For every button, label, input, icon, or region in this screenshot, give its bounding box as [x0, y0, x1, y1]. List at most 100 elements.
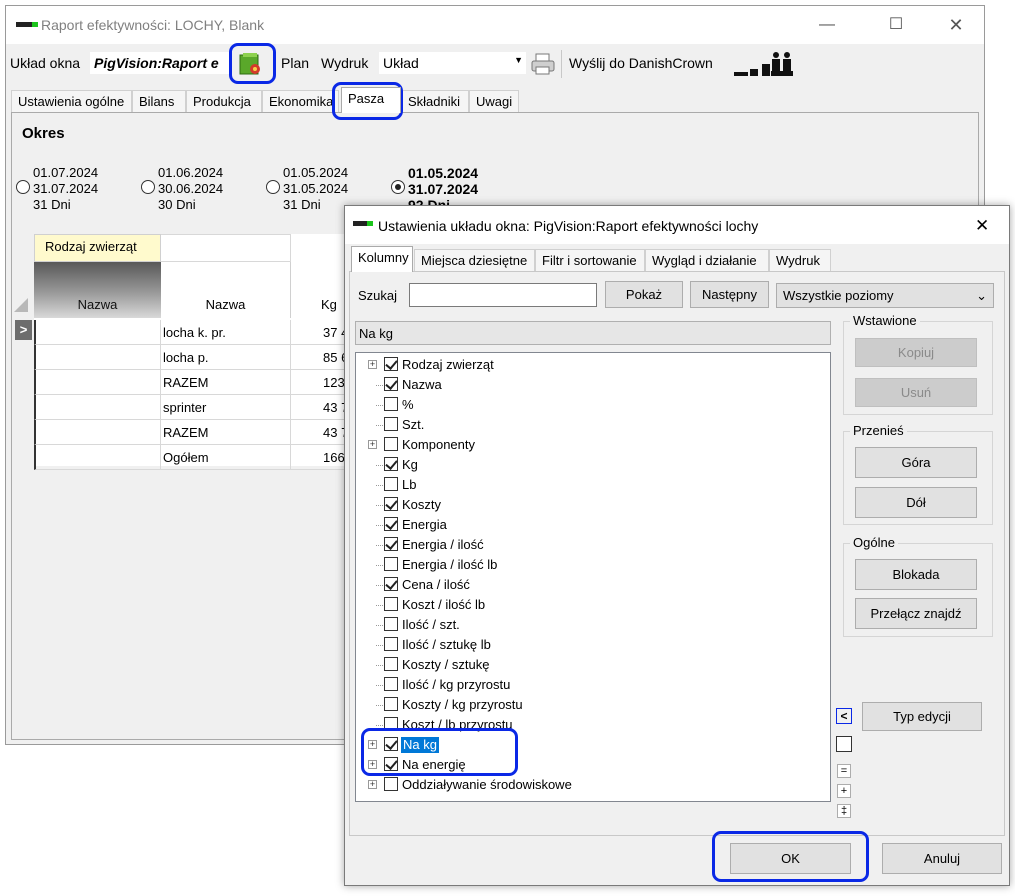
- tree-item-checkbox[interactable]: [384, 397, 398, 411]
- expand-button[interactable]: +: [837, 784, 851, 798]
- table-row[interactable]: sprinter 43 7: [34, 395, 354, 420]
- tree-item[interactable]: Koszty / kg przyrostu: [356, 695, 826, 715]
- tab-miejsca-dziesietne[interactable]: Miejsca dziesiętne: [414, 249, 535, 271]
- period-radio-2[interactable]: [141, 180, 155, 194]
- tab-wydruk[interactable]: Wydruk: [769, 249, 831, 271]
- tree-item-checkbox[interactable]: [384, 617, 398, 631]
- minimize-icon[interactable]: —: [804, 12, 850, 38]
- tree-item-checkbox[interactable]: [384, 697, 398, 711]
- tree-item[interactable]: Kg: [356, 455, 826, 475]
- tab-produkcja[interactable]: Produkcja: [186, 90, 262, 112]
- tree-item[interactable]: Energia: [356, 515, 826, 535]
- tree-item-checkbox[interactable]: [384, 597, 398, 611]
- tree-item-checkbox[interactable]: [384, 777, 398, 791]
- tree-item[interactable]: + Rodzaj zwierząt: [356, 355, 826, 375]
- tab-kolumny[interactable]: Kolumny: [351, 246, 413, 272]
- column-header-nazwa-group[interactable]: Nazwa: [34, 262, 161, 318]
- tree-item[interactable]: Szt.: [356, 415, 826, 435]
- tree-expand-icon[interactable]: +: [368, 440, 377, 449]
- period-radio-4[interactable]: [391, 180, 405, 194]
- tree-item[interactable]: %: [356, 395, 826, 415]
- tab-skladniki[interactable]: Składniki: [401, 90, 469, 112]
- tree-item[interactable]: Cena / ilość: [356, 575, 826, 595]
- period-radio-3[interactable]: [266, 180, 280, 194]
- printer-button[interactable]: [530, 52, 556, 79]
- move-up-button[interactable]: Góra: [855, 447, 977, 478]
- tree-item-checkbox[interactable]: [384, 637, 398, 651]
- expand-all-button[interactable]: ‡: [837, 804, 851, 818]
- columns-tree[interactable]: + Rodzaj zwierząt Nazwa% Szt. + Komponenty Kg L…: [355, 352, 831, 802]
- period-radio-1[interactable]: [16, 180, 30, 194]
- tree-item[interactable]: Koszty: [356, 495, 826, 515]
- layout-combo[interactable]: PigVision:Raport e: [90, 52, 232, 74]
- dialog-close-icon[interactable]: ✕: [975, 216, 989, 236]
- delete-button[interactable]: Usuń: [855, 378, 977, 407]
- tree-item[interactable]: Ilość / sztukę lb: [356, 635, 826, 655]
- tree-item-checkbox[interactable]: [384, 717, 398, 731]
- tab-ustawienia-ogolne[interactable]: Ustawienia ogólne: [11, 90, 132, 112]
- tree-item[interactable]: Koszty / sztukę: [356, 655, 826, 675]
- tree-item-checkbox[interactable]: [384, 557, 398, 571]
- tree-item-checkbox[interactable]: [384, 497, 398, 511]
- next-button[interactable]: Następny: [690, 281, 769, 308]
- tree-item-checkbox[interactable]: [384, 377, 398, 391]
- tree-item[interactable]: + Oddziaływanie środowiskowe: [356, 775, 826, 795]
- show-button[interactable]: Pokaż: [605, 281, 683, 308]
- tree-expand-icon[interactable]: +: [368, 360, 377, 369]
- tree-item-checkbox[interactable]: [384, 357, 398, 371]
- maximize-icon[interactable]: ☐: [873, 12, 919, 38]
- tree-expand-icon[interactable]: +: [368, 760, 377, 769]
- tree-item[interactable]: + Komponenty: [356, 435, 826, 455]
- tree-item[interactable]: + Na kg: [356, 735, 826, 755]
- tab-ekonomika[interactable]: Ekonomika: [262, 90, 339, 112]
- select-all-corner[interactable]: [14, 298, 28, 312]
- move-down-button[interactable]: Dół: [855, 487, 977, 518]
- tree-item-checkbox[interactable]: [384, 517, 398, 531]
- level-select[interactable]: Wszystkie poziomy ⌄: [776, 283, 994, 308]
- collapse-all-button[interactable]: =: [837, 764, 851, 778]
- table-row[interactable]: locha p. 85 6: [34, 345, 354, 370]
- tree-item-checkbox[interactable]: [384, 537, 398, 551]
- collapse-left-button[interactable]: <: [836, 708, 852, 724]
- tree-expand-icon[interactable]: +: [368, 780, 377, 789]
- column-header-nazwa[interactable]: Nazwa: [161, 262, 291, 318]
- search-input[interactable]: [409, 283, 597, 307]
- tree-item-checkbox[interactable]: [384, 577, 398, 591]
- tree-item-checkbox[interactable]: [384, 417, 398, 431]
- tab-uwagi[interactable]: Uwagi: [469, 90, 519, 112]
- toggle-checkbox[interactable]: [836, 736, 852, 752]
- ok-button[interactable]: OK: [730, 843, 851, 874]
- copy-button[interactable]: Kopiuj: [855, 338, 977, 367]
- tab-bilans[interactable]: Bilans: [132, 90, 186, 112]
- table-row[interactable]: RAZEM 43 7: [34, 420, 354, 445]
- tree-item[interactable]: Koszt / lb przyrostu: [356, 715, 826, 735]
- table-row[interactable]: locha k. pr. 37 4: [34, 320, 354, 345]
- tree-expand-icon[interactable]: +: [368, 740, 377, 749]
- tree-item-checkbox[interactable]: [384, 737, 398, 751]
- tree-item[interactable]: Ilość / kg przyrostu: [356, 675, 826, 695]
- tree-item[interactable]: Ilość / szt.: [356, 615, 826, 635]
- layout-settings-button[interactable]: [238, 52, 262, 76]
- cancel-button[interactable]: Anuluj: [882, 843, 1002, 874]
- lock-button[interactable]: Blokada: [855, 559, 977, 590]
- tree-item-checkbox[interactable]: [384, 477, 398, 491]
- tree-item[interactable]: Lb: [356, 475, 826, 495]
- tree-item[interactable]: + Na energię: [356, 755, 826, 775]
- tree-item-checkbox[interactable]: [384, 437, 398, 451]
- tree-item-checkbox[interactable]: [384, 757, 398, 771]
- tree-item-checkbox[interactable]: [384, 677, 398, 691]
- table-row[interactable]: RAZEM 123 0: [34, 370, 354, 395]
- tree-item[interactable]: Koszt / ilość lb: [356, 595, 826, 615]
- tab-pasza[interactable]: Pasza: [341, 87, 401, 113]
- tree-item[interactable]: Nazwa: [356, 375, 826, 395]
- table-row[interactable]: Ogółem 166 8: [34, 445, 354, 470]
- tree-item[interactable]: Energia / ilość lb: [356, 555, 826, 575]
- tab-filtr-i-sortowanie[interactable]: Filtr i sortowanie: [535, 249, 645, 271]
- tree-item-checkbox[interactable]: [384, 657, 398, 671]
- close-icon[interactable]: ✕: [933, 12, 979, 38]
- edit-type-button[interactable]: Typ edycji: [862, 702, 982, 731]
- print-layout-combo[interactable]: Układ ▼: [379, 52, 526, 74]
- tree-item-checkbox[interactable]: [384, 457, 398, 471]
- tree-item[interactable]: Energia / ilość: [356, 535, 826, 555]
- podium-button[interactable]: [732, 50, 798, 81]
